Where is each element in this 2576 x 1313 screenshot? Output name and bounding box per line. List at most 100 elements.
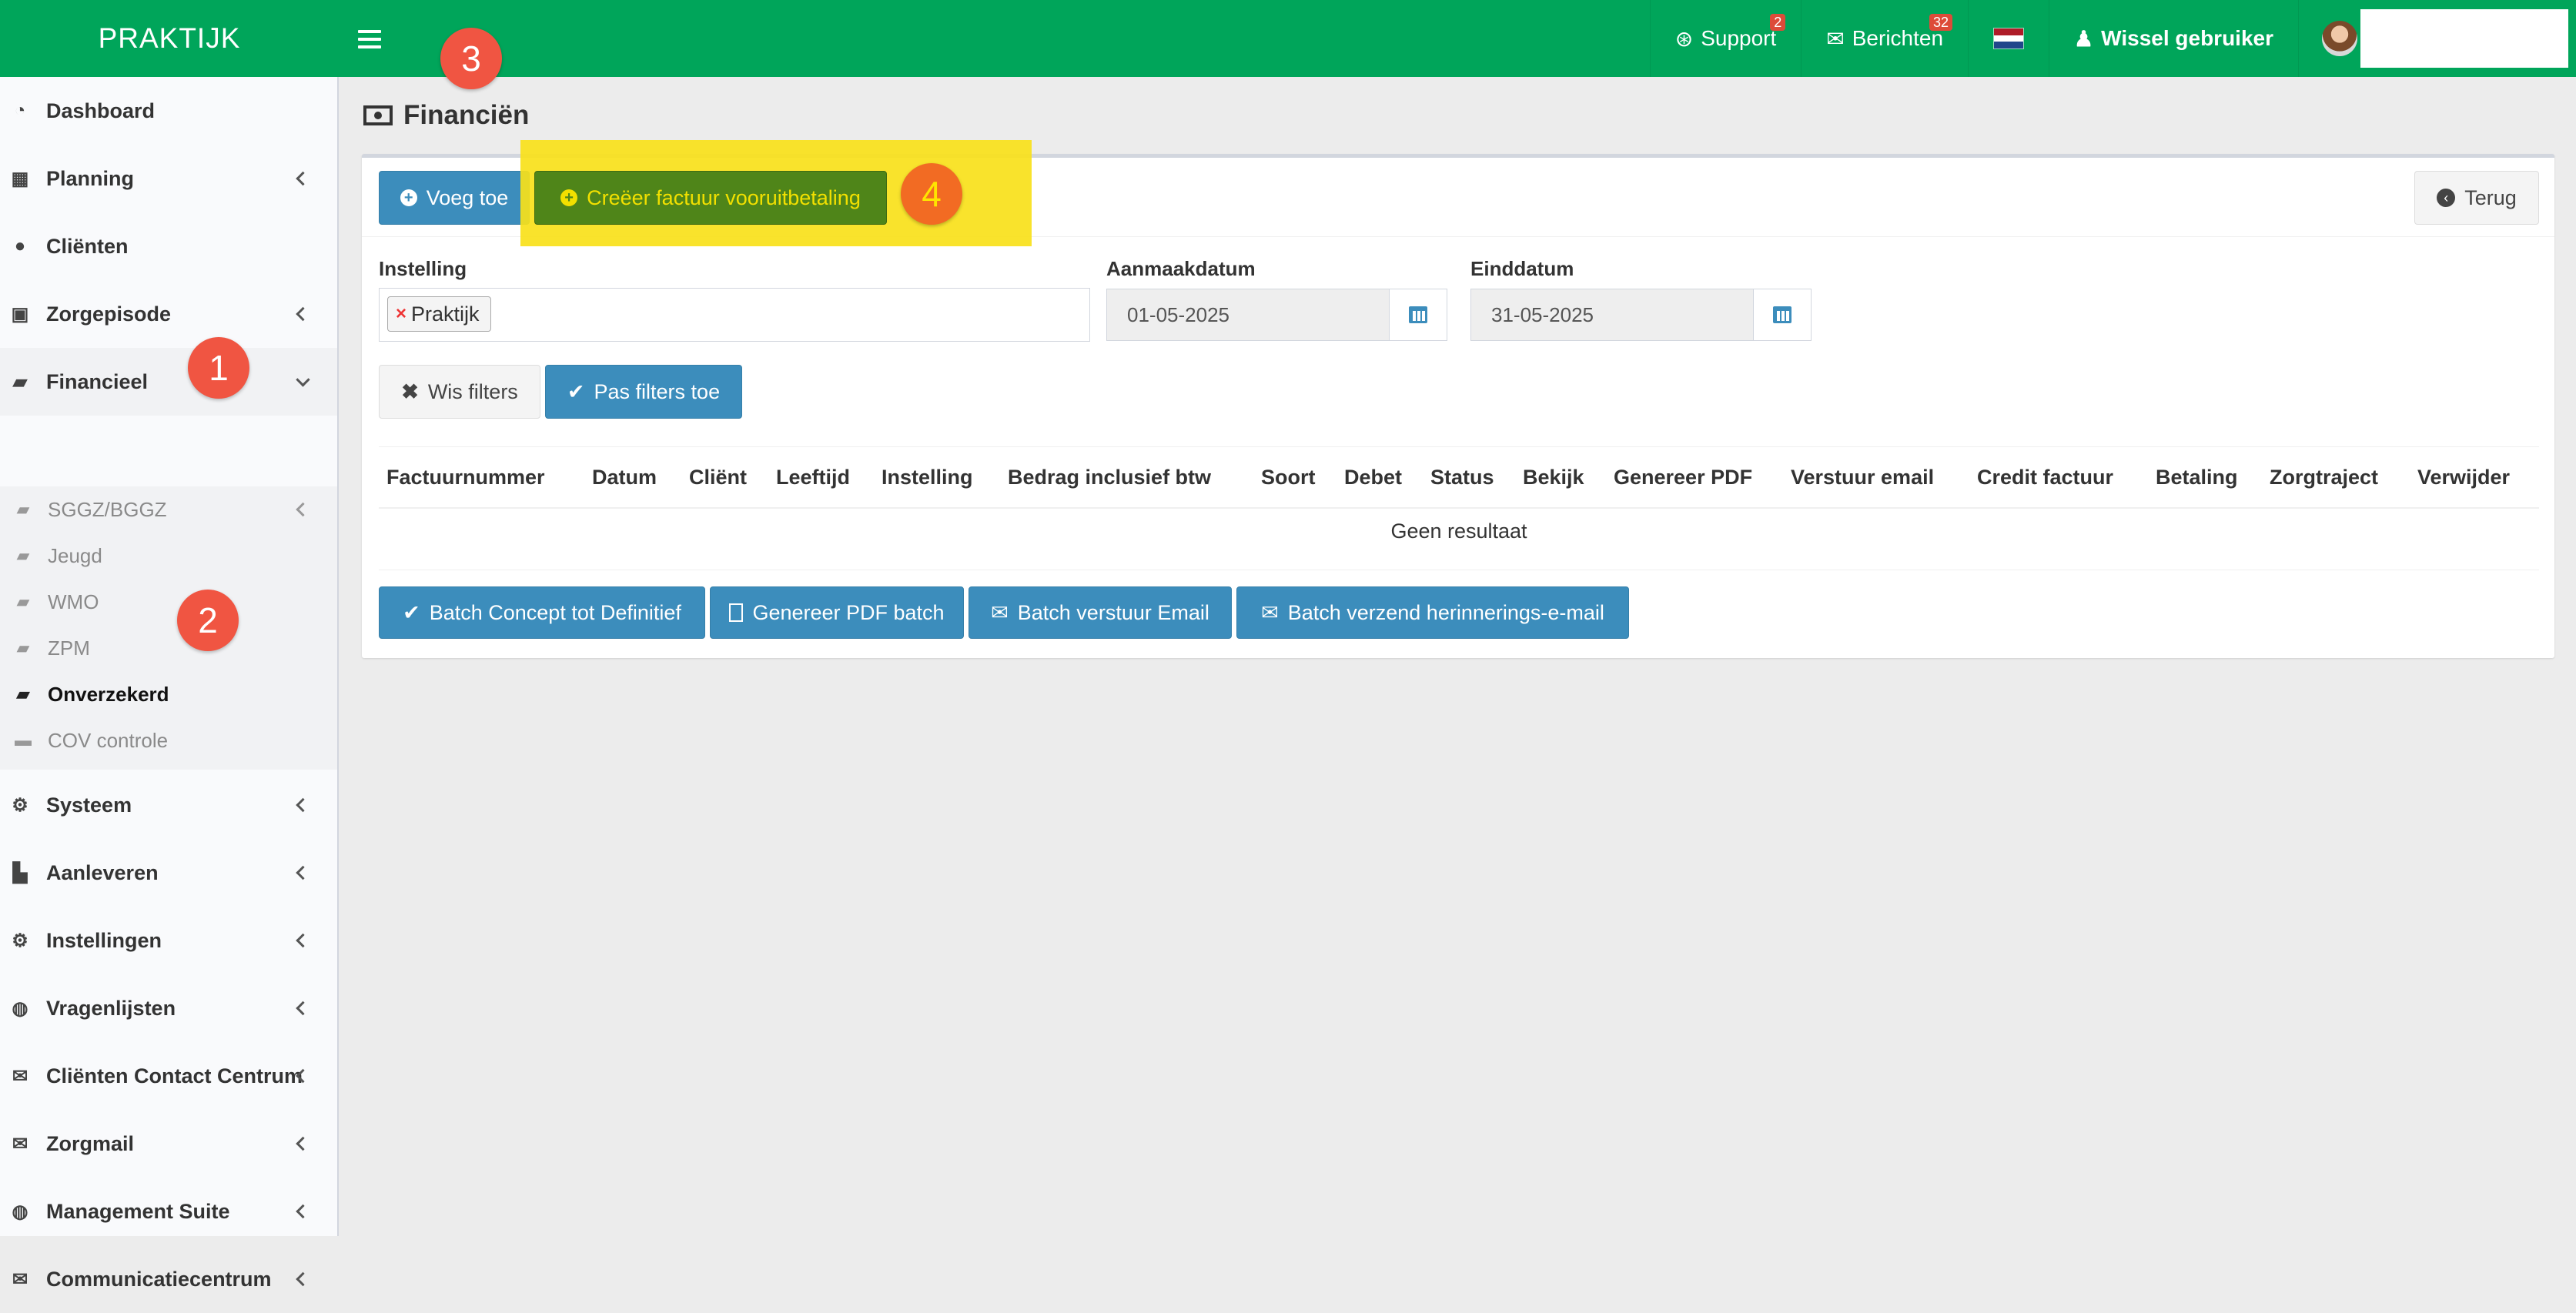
sidebar-subitem-jeugd[interactable]: ▰ Jeugd [0, 533, 337, 579]
sidebar-subitem-sggz-bggz[interactable]: ▰ SGGZ/BGGZ [0, 486, 337, 533]
sidebar-subitem-label: Onverzekerd [48, 682, 169, 706]
chevron-left-icon [296, 1136, 310, 1151]
app-logo[interactable]: PRAKTIJK [0, 0, 339, 77]
sidebar-subitem-label: WMO [48, 590, 99, 613]
column-header[interactable]: Genereer PDF [1614, 447, 1752, 507]
sidebar-item-instellingen[interactable]: ⚙ Instellingen [0, 907, 337, 974]
end-date-input[interactable]: 31-05-2025 [1470, 289, 1754, 341]
chevron-left-icon [296, 1204, 310, 1219]
batch-email-button[interactable]: ✉ Batch verstuur Email [969, 586, 1232, 639]
sidebar-item-clienten-contact-centrum[interactable]: ✉ Cliënten Contact Centrum [0, 1042, 337, 1110]
user-icon: ● [14, 236, 26, 256]
sidebar-item-label: Systeem [46, 793, 132, 817]
sidebar-subitem-label: COV controle [48, 728, 169, 752]
sidebar-subitem-wmo[interactable]: ▰ WMO [0, 579, 337, 625]
created-date-input[interactable]: 01-05-2025 [1106, 289, 1390, 341]
annotation-marker-1: 1 [188, 337, 249, 399]
sidebar-item-communicatiecentrum[interactable]: ✉ Communicatiecentrum [0, 1245, 337, 1313]
user-name-redacted [2360, 9, 2568, 68]
sidebar-item-planning[interactable]: ▦ Planning [0, 145, 337, 212]
column-header[interactable]: Datum [592, 447, 657, 507]
book-icon: ▰ [16, 546, 30, 565]
column-header[interactable]: Bedrag inclusief btw [1008, 447, 1211, 507]
end-date-label: Einddatum [1470, 257, 1574, 280]
plus-circle-icon: + [400, 189, 417, 206]
batch-reminder-button[interactable]: ✉ Batch verzend herinnerings-e-mail [1236, 586, 1629, 639]
switch-user-label: Wissel gebruiker [2101, 26, 2273, 50]
sidebar-item-label: Dashboard [46, 99, 156, 122]
column-header[interactable]: Instelling [882, 447, 973, 507]
support-link[interactable]: ⊛ Support 2 [1649, 0, 1802, 77]
batch-pdf-button[interactable]: Genereer PDF batch [710, 586, 964, 639]
check-icon: ✔ [567, 379, 585, 403]
apply-filters-button[interactable]: ✔ Pas filters toe [545, 365, 742, 419]
clear-filters-button[interactable]: ✖ Wis filters [379, 365, 540, 419]
column-header[interactable]: Zorgtraject [2270, 447, 2378, 507]
user-menu[interactable] [2298, 0, 2576, 77]
institution-tag[interactable]: × Praktijk [387, 296, 491, 332]
file-pdf-icon [729, 603, 744, 622]
back-button[interactable]: ‹ Terug [2414, 171, 2539, 225]
support-label: Support [1701, 26, 1777, 50]
created-date-calendar-button[interactable] [1389, 289, 1447, 341]
book-icon: ▰ [12, 371, 28, 393]
book-icon: ▰ [16, 638, 30, 657]
batch-concept-button[interactable]: ✔ Batch Concept tot Definitief [379, 586, 705, 639]
end-date-calendar-button[interactable] [1753, 289, 1812, 341]
annotation-marker-4: 4 [901, 163, 962, 225]
sidebar-item-financieel[interactable]: ▰ Financieel [0, 348, 337, 416]
language-selector[interactable] [1968, 0, 2049, 77]
sidebar-item-dashboard[interactable]: ◔ Dashboard [0, 77, 337, 145]
calendar-icon [1409, 306, 1427, 323]
chevron-left-icon [296, 502, 310, 517]
table-empty-row: Geen resultaat [379, 506, 2539, 570]
sidebar-item-vragenlijsten[interactable]: ◍ Vragenlijsten [0, 974, 337, 1042]
column-header[interactable]: Verstuur email [1791, 447, 1934, 507]
column-header[interactable]: Soort [1261, 447, 1316, 507]
sidebar-subitem-cov-controle[interactable]: ▬ COV controle [0, 717, 337, 763]
sidebar-item-zorgepisode[interactable]: ▣ Zorgepisode [0, 280, 337, 348]
lifebuoy-icon: ⊛ [1674, 26, 1694, 51]
chevron-left-icon [296, 933, 310, 948]
annotation-marker-3: 3 [440, 28, 502, 89]
column-header[interactable]: Cliënt [689, 447, 747, 507]
sidebar-item-label: Financieel [46, 369, 149, 393]
support-badge: 2 [1770, 14, 1786, 31]
add-button[interactable]: + Voeg toe [379, 171, 530, 225]
add-button-label: Voeg toe [426, 185, 509, 209]
clear-filters-label: Wis filters [427, 379, 518, 403]
sidebar-subitem-onverzekerd[interactable]: ▰ Onverzekerd [0, 671, 337, 717]
messages-link[interactable]: ✉ Berichten 32 [1801, 0, 1968, 77]
annotation-marker-2: 2 [177, 590, 239, 651]
column-header[interactable]: Credit factuur [1977, 447, 2113, 507]
sidebar-item-zorgmail[interactable]: ✉ Zorgmail [0, 1110, 337, 1178]
remove-tag-icon[interactable]: × [396, 303, 406, 325]
sidebar-subitem-label: SGGZ/BGGZ [48, 497, 167, 521]
sidebar-item-management-suite[interactable]: ◍ Management Suite [0, 1178, 337, 1245]
column-header[interactable]: Verwijder [2417, 447, 2510, 507]
dashboard-icon: ◔ [14, 100, 26, 121]
column-header[interactable]: Betaling [2156, 447, 2238, 507]
sidebar-item-systeem[interactable]: ⚙ Systeem [0, 771, 337, 839]
sidebar-subitem-label: ZPM [48, 636, 90, 660]
column-header[interactable]: Leeftijd [776, 447, 850, 507]
create-prepayment-invoice-button[interactable]: + Creëer factuur vooruitbetaling [534, 171, 887, 225]
calendar-icon [1773, 306, 1791, 323]
switch-user-link[interactable]: ♟ Wissel gebruiker [2049, 0, 2298, 77]
column-header[interactable]: Status [1430, 447, 1494, 507]
sidebar-item-aanleveren[interactable]: ▙ Aanleveren [0, 839, 337, 907]
hamburger-menu-icon[interactable] [358, 25, 381, 52]
column-header[interactable]: Bekijk [1523, 447, 1584, 507]
envelope-icon: ✉ [1826, 26, 1845, 51]
sidebar-subitem-zpm[interactable]: ▰ ZPM [0, 625, 337, 671]
institution-select[interactable]: × Praktijk [379, 288, 1090, 342]
gear-icon: ⚙ [12, 930, 28, 951]
column-header[interactable]: Factuurnummer [386, 447, 545, 507]
minus-icon: ▬ [15, 730, 32, 750]
sidebar-item-clienten[interactable]: ● Cliënten [0, 212, 337, 280]
page-title-text: Financiën [403, 100, 530, 130]
sidebar-item-label: Cliënten [46, 234, 129, 258]
chevron-left-icon [296, 171, 310, 186]
column-header[interactable]: Debet [1344, 447, 1402, 507]
medkit-icon: ▣ [11, 303, 29, 325]
